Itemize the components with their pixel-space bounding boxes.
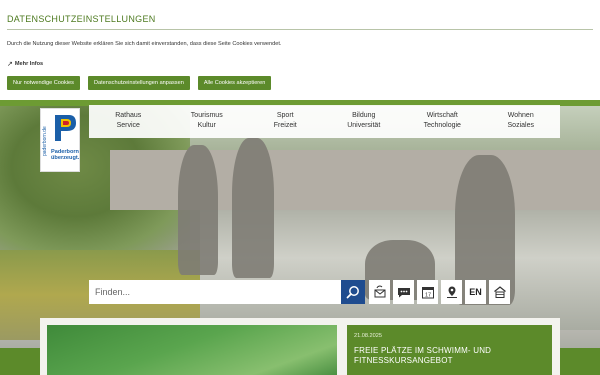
nav-label: Kultur [197,121,216,129]
language-toggle[interactable]: EN [465,280,486,304]
necessary-cookies-button[interactable]: Nur notwendige Cookies [7,76,80,90]
search-box [89,280,341,304]
calendar-day: 17 [424,292,430,298]
logo-name-line2: überzeugt. [51,155,80,162]
nav-label: Soziales [507,121,534,129]
nav-item-tourismus[interactable]: Tourismus Kultur [168,105,247,138]
home-button[interactable] [489,280,510,304]
mail-refresh-icon [374,285,385,298]
arrow-icon: ↗ [7,61,13,68]
nav-label: Bildung [352,112,376,119]
map-pin-icon [446,286,457,298]
nav-label: Wohnen [507,112,534,119]
statue-figure [232,138,274,278]
nav-item-wirtschaft[interactable]: Wirtschaft Technologie [403,105,482,138]
calendar-button[interactable]: 17 [417,280,438,304]
cookie-text: Durch die Nutzung dieser Website erkläre… [7,41,282,47]
nav-label: Rathaus [115,112,142,119]
logo-text: Paderborn überzeugt. [51,149,79,162]
chat-button[interactable] [393,280,414,304]
cookie-title: DATENSCHUTZEINSTELLUNGEN [7,14,156,24]
cookie-divider [7,29,593,30]
nav-item-sport[interactable]: Sport Freizeit [246,105,325,138]
news-date: 21.08.2025 [354,333,382,339]
main-navigation: Rathaus Service Tourismus Kultur Sport F… [89,105,560,138]
newsletter-button[interactable] [369,280,390,304]
nav-label: Wirtschaft [426,112,458,119]
nav-label: Service [116,121,140,129]
nav-item-rathaus[interactable]: Rathaus Service [89,105,168,138]
nav-item-wohnen[interactable]: Wohnen Soziales [482,105,561,138]
more-info-link[interactable]: ↗ Mehr Infos [7,60,43,68]
nav-item-bildung[interactable]: Bildung Universität [325,105,404,138]
nav-label: Freizeit [273,121,297,129]
statue-figure [178,145,218,275]
nav-label: Tourismus [190,112,223,119]
news-image [47,325,337,375]
accept-all-cookies-button[interactable]: Alle Cookies akzeptieren [197,76,272,90]
cookie-buttons: Nur notwendige Cookies Datenschutzeinste… [7,76,272,90]
home-icon [493,286,506,298]
cookie-banner: DATENSCHUTZEINSTELLUNGEN Durch die Nutzu… [0,0,600,100]
nav-label: Sport [276,112,294,119]
customize-privacy-button[interactable]: Datenschutzeinstellungen anpassen [87,76,190,90]
logo-side-text: paderborn.de [42,126,48,156]
paderborn-logo[interactable]: paderborn.de Paderborn überzeugt. [40,108,80,172]
news-title[interactable]: FREIE PLÄTZE IM SCHWIMM- UND FITNESSKURS… [354,346,545,366]
search-icon [346,286,359,299]
search-button[interactable] [341,280,365,304]
map-button[interactable] [441,280,462,304]
calendar-icon: 17 [421,287,434,299]
news-teaser[interactable]: 21.08.2025 FREIE PLÄTZE IM SCHWIMM- UND … [40,318,560,375]
news-panel: 21.08.2025 FREIE PLÄTZE IM SCHWIMM- UND … [347,325,552,375]
search-input[interactable] [89,280,341,304]
logo-mark-icon [55,115,76,141]
nav-label: Universität [347,121,381,129]
chat-icon [397,288,410,298]
news-title-line: FITNESSKURSANGEBOT [354,356,453,365]
more-info-label: Mehr Infos [14,61,44,67]
nav-label: Technologie [423,121,461,129]
news-title-line: FREIE PLÄTZE IM SCHWIMM- UND [354,346,492,355]
toolbar: 17 EN [369,280,510,304]
